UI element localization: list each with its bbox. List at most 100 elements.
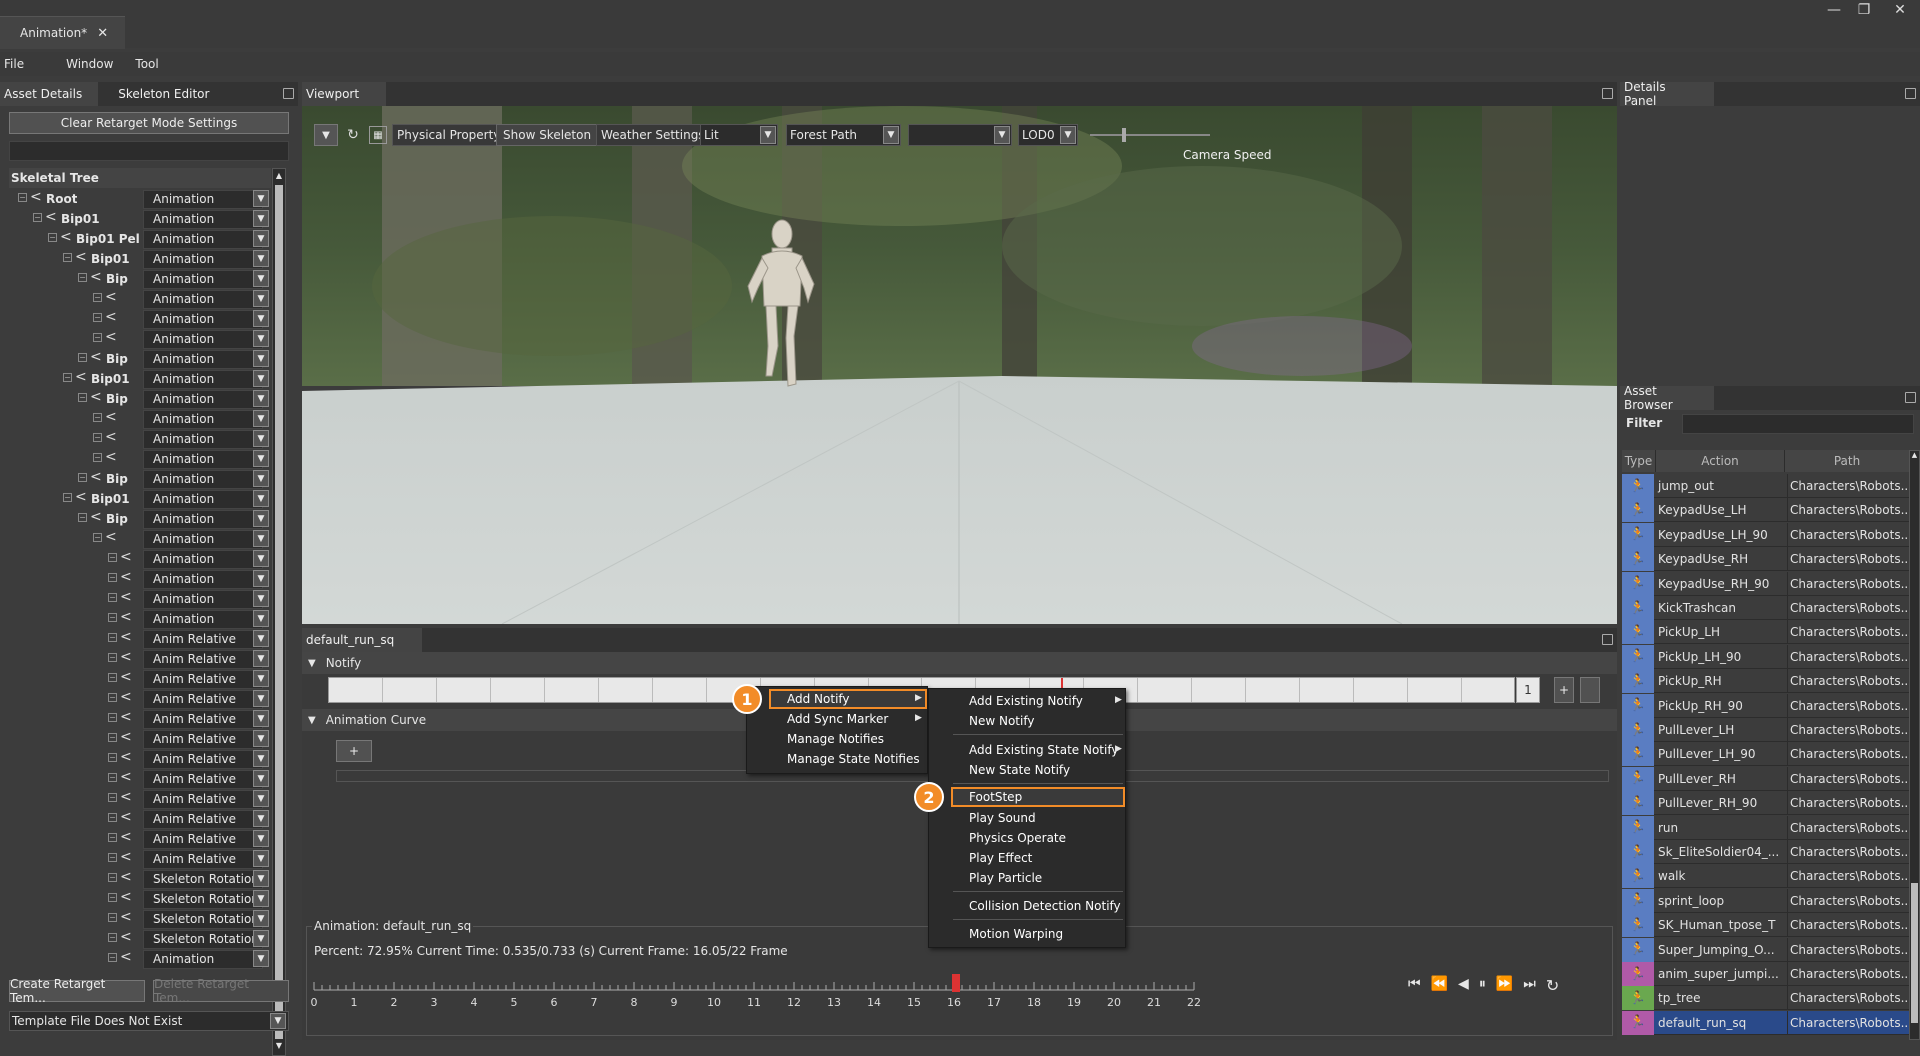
collapse-icon[interactable]: − — [108, 933, 117, 942]
menu-item-add-existing-notify[interactable]: Add Existing Notify — [929, 691, 1125, 711]
tree-row[interactable]: − < Bip Animation ▼ — [10, 389, 269, 409]
tree-row[interactable]: − < Animation ▼ — [10, 329, 269, 349]
menu-item-new-notify[interactable]: New Notify — [929, 711, 1125, 731]
tree-row[interactable]: − < Bip Animation ▼ — [10, 469, 269, 489]
bone-retarget-type[interactable]: Anim Relative — [143, 809, 263, 829]
collapse-icon[interactable]: − — [108, 613, 117, 622]
collapse-icon[interactable]: − — [93, 413, 102, 422]
chevron-down-icon[interactable]: ▼ — [253, 510, 269, 527]
tree-scrollbar[interactable]: ▲ ▼ — [272, 168, 286, 1056]
collapse-icon[interactable]: − — [108, 813, 117, 822]
chevron-down-icon[interactable]: ▼ — [253, 750, 269, 767]
chevron-down-icon[interactable]: ▼ — [253, 410, 269, 427]
timeline-ruler[interactable]: 0 1 2 3 4 5 6 7 8 9 10 11 12 13 14 15 16 17 18 19 20 21 22 — [308, 970, 1398, 1022]
asset-row[interactable]: 🏃 PickUp_LH_90 Characters\Robots... — [1622, 644, 1911, 669]
asset-row[interactable]: 🏃 PickUp_LH Characters\Robots... — [1622, 620, 1911, 645]
chevron-down-icon[interactable]: ▼ — [253, 950, 269, 967]
collapse-icon[interactable]: − — [93, 433, 102, 442]
chevron-down-icon[interactable]: ▼ — [253, 430, 269, 447]
chevron-down-icon[interactable]: ▼ — [253, 250, 269, 267]
notify-track-cell[interactable] — [490, 678, 545, 702]
menu-item-manage-notifies[interactable]: Manage Notifies — [747, 729, 927, 749]
scroll-thumb[interactable] — [1911, 883, 1918, 1023]
tree-row[interactable]: − < Animation ▼ — [10, 549, 269, 569]
chevron-down-icon[interactable]: ▼ — [253, 610, 269, 627]
bone-retarget-type[interactable]: Animation — [143, 449, 263, 469]
scroll-up-icon[interactable]: ▲ — [1910, 451, 1919, 461]
tree-row[interactable]: − < Anim Relative ▼ — [10, 829, 269, 849]
viewport-pin-icon[interactable] — [1602, 88, 1613, 99]
bone-retarget-type[interactable]: Animation — [143, 269, 263, 289]
step-back-icon[interactable]: ⏪ — [1431, 976, 1448, 995]
asset-pin-icon[interactable] — [1905, 392, 1916, 403]
tree-row[interactable]: − < Anim Relative ▼ — [10, 649, 269, 669]
collapse-icon[interactable]: − — [108, 893, 117, 902]
collapse-icon[interactable]: − — [78, 473, 87, 482]
chevron-down-icon[interactable]: ▼ — [253, 350, 269, 367]
viewport-menu-icon[interactable]: ▼ — [314, 124, 338, 146]
viewport-canvas[interactable] — [302, 106, 1617, 624]
chevron-down-icon[interactable]: ▼ — [253, 450, 269, 467]
chevron-down-icon[interactable]: ▼ — [253, 730, 269, 747]
tab-asset-details[interactable]: Asset Details — [0, 82, 99, 106]
chevron-down-icon[interactable]: ▼ — [253, 490, 269, 507]
column-path[interactable]: Path — [1785, 450, 1909, 472]
collapse-icon[interactable]: − — [108, 773, 117, 782]
tree-row[interactable]: − < Animation ▼ — [10, 429, 269, 449]
maximize-icon[interactable]: ❐ — [1849, 0, 1879, 20]
tree-row[interactable]: − < Bip Animation ▼ — [10, 269, 269, 289]
bone-retarget-type[interactable]: Anim Relative — [143, 629, 263, 649]
tree-row[interactable]: − < Skeleton Rotation ▼ — [10, 909, 269, 929]
scroll-up-icon[interactable]: ▲ — [274, 171, 284, 183]
bone-retarget-type[interactable]: Anim Relative — [143, 649, 263, 669]
collapse-icon[interactable]: − — [93, 293, 102, 302]
collapse-icon[interactable]: − — [108, 653, 117, 662]
menu-item-manage-state-notifies[interactable]: Manage State Notifies — [747, 749, 927, 769]
collapse-icon[interactable]: − — [108, 573, 117, 582]
collapse-icon[interactable]: − — [108, 673, 117, 682]
asset-row[interactable]: 🏃 KeypadUse_LH_90 Characters\Robots... — [1622, 522, 1911, 547]
bone-retarget-type[interactable]: Anim Relative — [143, 709, 263, 729]
tab-skeleton-editor[interactable]: Skeleton Editor — [98, 82, 225, 106]
chevron-down-icon[interactable]: ▼ — [253, 190, 269, 207]
collapse-icon[interactable]: − — [108, 733, 117, 742]
bone-retarget-type[interactable]: Skeleton Rotation — [143, 929, 263, 949]
tree-row[interactable]: − < Anim Relative ▼ — [10, 849, 269, 869]
tree-row[interactable]: − < Bip Animation ▼ — [10, 509, 269, 529]
bone-retarget-type[interactable]: Animation — [143, 349, 263, 369]
add-track-button[interactable]: + — [1554, 677, 1574, 703]
tree-row[interactable]: − < Root Animation ▼ — [10, 189, 269, 209]
tree-row[interactable]: − < Bip01 Animation ▼ — [10, 249, 269, 269]
menu-item-new-state-notify[interactable]: New State Notify — [929, 760, 1125, 780]
anim-pin-icon[interactable] — [1602, 634, 1613, 645]
collapse-icon[interactable]: − — [33, 213, 42, 222]
asset-row[interactable]: 🏃 PullLever_RH Characters\Robots... — [1622, 766, 1911, 791]
collapse-icon[interactable]: ▼ — [308, 658, 316, 669]
tree-row[interactable]: − < Animation ▼ — [10, 449, 269, 469]
tree-row[interactable]: − < Animation ▼ — [10, 569, 269, 589]
collapse-icon[interactable]: − — [78, 393, 87, 402]
menu-tool[interactable]: Tool — [135, 57, 168, 71]
menu-item-add-sync-marker[interactable]: Add Sync Marker — [747, 709, 927, 729]
asset-row[interactable]: 🏃 SK_Human_tpose_T Characters\Robots... — [1622, 913, 1911, 938]
notify-track-cell[interactable] — [1408, 678, 1463, 702]
menu-item-add-notify[interactable]: Add Notify — [769, 689, 927, 709]
collapse-icon[interactable]: − — [18, 193, 27, 202]
asset-row[interactable]: 🏃 KickTrashcan Characters\Robots... — [1622, 596, 1911, 620]
collapse-icon[interactable]: − — [108, 793, 117, 802]
tree-row[interactable]: − < Bip01 Pel Animation ▼ — [10, 229, 269, 249]
tab-asset-browser[interactable]: Asset Browser — [1620, 384, 1714, 412]
camera-speed-slider[interactable] — [1090, 128, 1210, 142]
bone-retarget-type[interactable]: Anim Relative — [143, 689, 263, 709]
asset-row[interactable]: 🏃 Sk_EliteSoldier04_... Characters\Robots.… — [1622, 840, 1911, 864]
tree-row[interactable]: − < Animation ▼ — [10, 529, 269, 549]
bone-retarget-type[interactable]: Animation — [143, 549, 263, 569]
collapse-icon[interactable]: − — [63, 493, 72, 502]
tree-row[interactable]: − < Animation ▼ — [10, 589, 269, 609]
asset-row[interactable]: 🏃 sprint_loop Characters\Robots... — [1622, 888, 1911, 913]
bone-retarget-type[interactable]: Animation — [143, 209, 263, 229]
collapse-icon[interactable]: − — [93, 333, 102, 342]
skip-start-icon[interactable]: ⏮ — [1408, 976, 1421, 995]
bone-retarget-type[interactable]: Animation — [143, 309, 263, 329]
clear-retarget-button[interactable]: Clear Retarget Mode Settings — [9, 112, 289, 134]
